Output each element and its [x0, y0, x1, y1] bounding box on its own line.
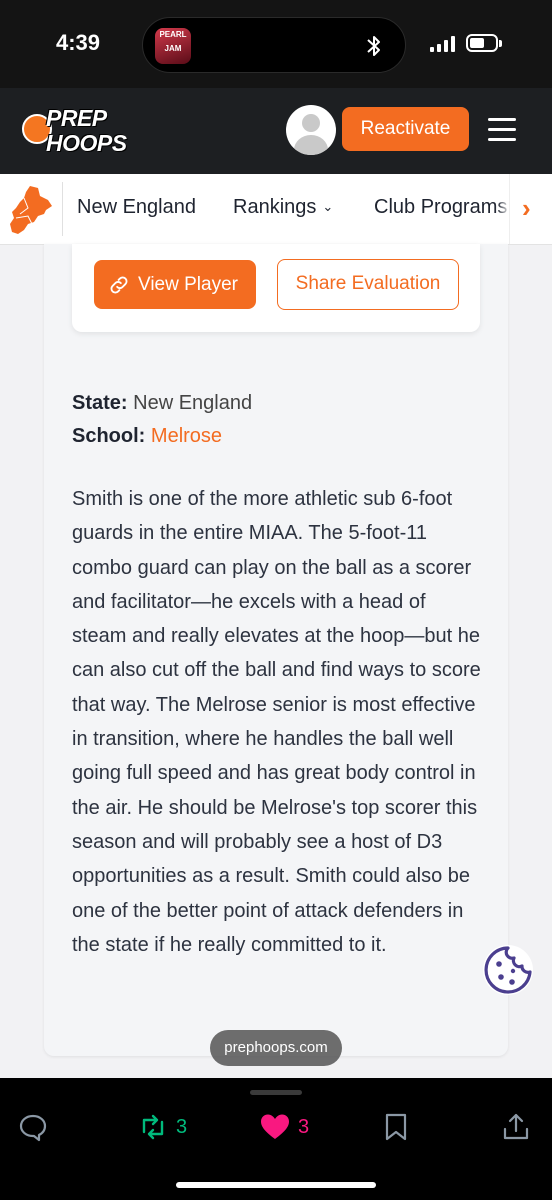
- site-watermark: prephoops.com: [210, 1030, 342, 1066]
- post-action-bar: 3 3: [0, 1078, 552, 1200]
- state-value: New England: [133, 392, 253, 414]
- bluetooth-icon: [367, 36, 380, 56]
- cookie-icon[interactable]: [480, 942, 536, 998]
- now-playing-art-text: PEARL JAM: [159, 30, 187, 53]
- heart-icon: [261, 1114, 289, 1139]
- now-playing-art: PEARL JAM: [155, 28, 191, 64]
- chevron-down-icon: ⌄: [322, 199, 334, 214]
- sheet-grabber[interactable]: [250, 1090, 302, 1095]
- chevron-right-icon: ›: [522, 193, 531, 223]
- school-label: School:: [72, 425, 146, 447]
- nav-item-rankings[interactable]: Rankings ⌄: [233, 196, 333, 219]
- battery-icon: [466, 34, 502, 52]
- repost-icon: [142, 1114, 164, 1140]
- view-player-label: View Player: [138, 274, 238, 295]
- nav-item-new-england[interactable]: New England: [77, 196, 196, 219]
- menu-icon[interactable]: [488, 118, 516, 142]
- evaluation-text: Smith is one of the more athletic sub 6-…: [72, 488, 481, 956]
- new-england-map-icon[interactable]: [8, 184, 56, 236]
- like-button[interactable]: 3: [260, 1112, 330, 1142]
- status-time: 4:39: [56, 30, 101, 55]
- reply-icon[interactable]: [18, 1112, 48, 1142]
- like-count: 3: [298, 1116, 310, 1138]
- repost-count: 3: [176, 1116, 188, 1138]
- dynamic-island[interactable]: PEARL JAM: [142, 17, 406, 73]
- status-bar: 4:39 PEARL JAM: [0, 0, 552, 88]
- school-row: School: Melrose: [72, 425, 222, 448]
- nav-scroll-right-button[interactable]: ›: [509, 174, 552, 244]
- prep-hoops-logo[interactable]: PREP HOOPS: [22, 106, 130, 158]
- share-icon[interactable]: [502, 1112, 530, 1142]
- school-link[interactable]: Melrose: [151, 425, 222, 447]
- user-avatar-icon[interactable]: [286, 105, 336, 155]
- nav-item-club-programs[interactable]: Club Programs: [374, 196, 507, 219]
- reactivate-button[interactable]: Reactivate: [342, 107, 469, 151]
- share-evaluation-button[interactable]: Share Evaluation: [277, 259, 459, 310]
- repost-button[interactable]: 3: [138, 1112, 208, 1142]
- state-row: State: New England: [72, 392, 252, 415]
- view-player-button[interactable]: View Player: [94, 260, 256, 309]
- bookmark-icon[interactable]: [382, 1112, 410, 1142]
- site-header: PREP HOOPS Reactivate: [0, 88, 552, 174]
- state-label: State:: [72, 392, 128, 414]
- home-indicator[interactable]: [176, 1182, 376, 1188]
- nav-item-rankings-label: Rankings: [233, 196, 317, 218]
- nav-divider: [62, 182, 63, 236]
- signal-icon: [430, 36, 455, 52]
- link-icon: [110, 276, 128, 294]
- region-nav: New England Rankings ⌄ Club Programs ›: [0, 174, 552, 245]
- logo-line-2: HOOPS: [46, 130, 127, 156]
- logo-line-1: PREP: [46, 105, 107, 131]
